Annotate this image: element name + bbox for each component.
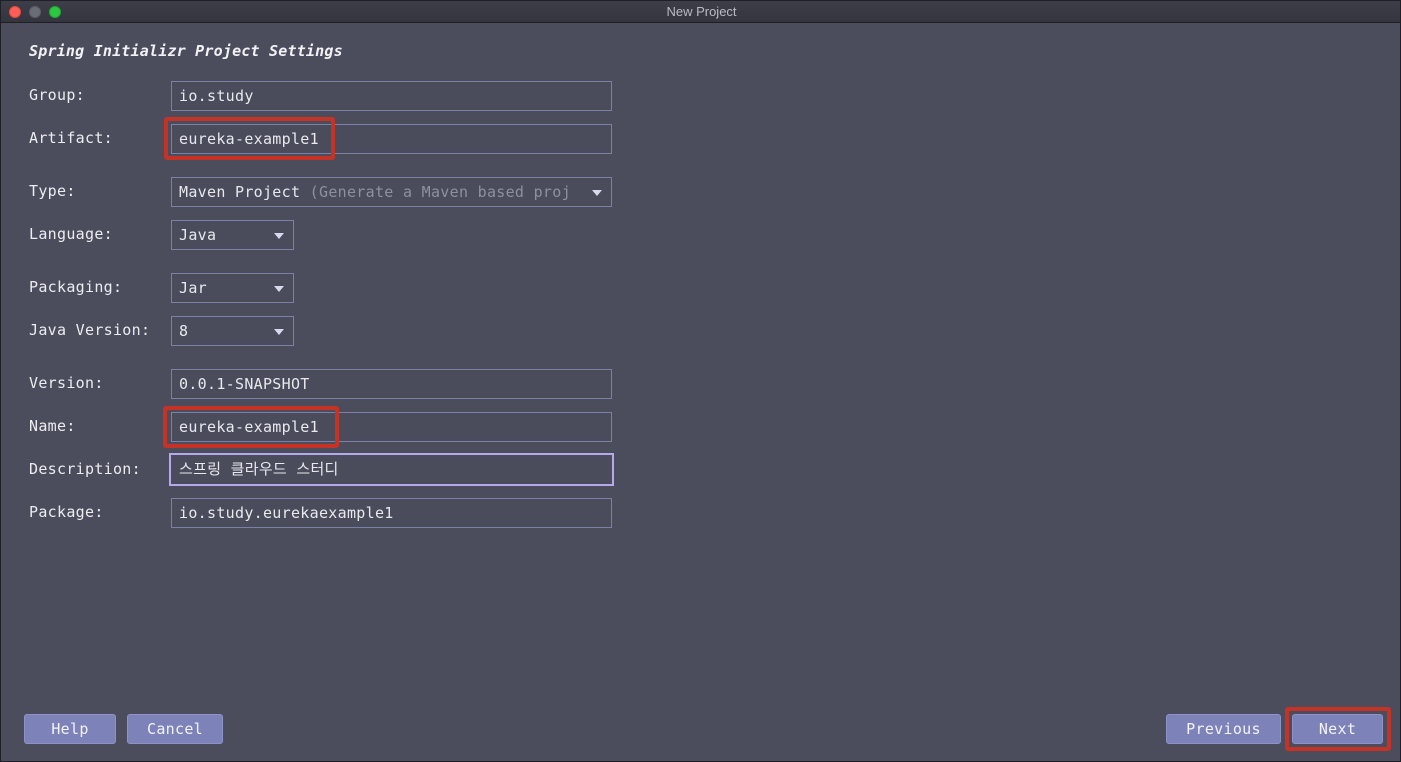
section-title: Spring Initializr Project Settings	[29, 42, 343, 60]
description-field[interactable]: 스프링 클라우드 스터디	[169, 453, 614, 486]
group-value: io.study	[179, 87, 254, 105]
type-select[interactable]: Maven Project (Generate a Maven based pr…	[171, 177, 612, 207]
version-value: 0.0.1-SNAPSHOT	[179, 375, 310, 393]
type-value: Maven Project	[179, 183, 301, 201]
artifact-value: eureka-example1	[179, 130, 319, 148]
chevron-down-icon	[274, 286, 284, 292]
artifact-label: Artifact:	[29, 129, 113, 147]
java-version-select[interactable]: 8	[171, 316, 294, 346]
previous-button[interactable]: Previous	[1166, 714, 1281, 744]
name-label: Name:	[29, 417, 76, 435]
chevron-down-icon	[274, 233, 284, 239]
packaging-select[interactable]: Jar	[171, 273, 294, 303]
window-title: New Project	[666, 4, 737, 19]
description-label: Description:	[29, 460, 141, 478]
type-label: Type:	[29, 182, 76, 200]
language-value: Java	[179, 226, 217, 244]
group-field[interactable]: io.study	[171, 81, 612, 111]
help-button[interactable]: Help	[24, 714, 116, 744]
next-button[interactable]: Next	[1292, 714, 1383, 744]
version-field[interactable]: 0.0.1-SNAPSHOT	[171, 369, 612, 399]
artifact-field[interactable]: eureka-example1	[171, 124, 612, 154]
packaging-label: Packaging:	[29, 278, 123, 296]
package-field[interactable]: io.study.eurekaexample1	[171, 498, 612, 528]
name-field[interactable]: eureka-example1	[171, 412, 612, 442]
packaging-value: Jar	[179, 279, 207, 297]
description-value: 스프링 클라우드 스터디	[179, 460, 339, 478]
package-label: Package:	[29, 503, 104, 521]
type-hint: (Generate a Maven based proj	[309, 183, 571, 201]
package-value: io.study.eurekaexample1	[179, 504, 394, 522]
title-bar: New Project	[1, 1, 1400, 23]
version-label: Version:	[29, 374, 104, 392]
java-version-value: 8	[179, 322, 189, 340]
language-label: Language:	[29, 225, 113, 243]
new-project-window: New Project Spring Initializr Project Se…	[0, 0, 1401, 762]
language-select[interactable]: Java	[171, 220, 294, 250]
name-value: eureka-example1	[179, 418, 319, 436]
group-label: Group:	[29, 86, 85, 104]
chevron-down-icon	[592, 190, 602, 196]
cancel-button[interactable]: Cancel	[127, 714, 223, 744]
java-version-label: Java Version:	[29, 321, 151, 339]
chevron-down-icon	[274, 329, 284, 335]
